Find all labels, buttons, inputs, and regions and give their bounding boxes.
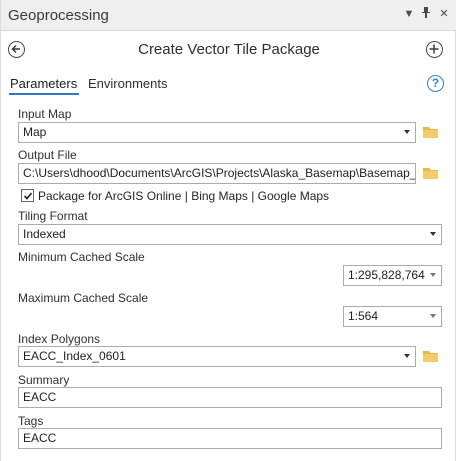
summary-input[interactable]: EACC xyxy=(18,387,442,408)
min-scale-label: Minimum Cached Scale xyxy=(18,250,145,264)
tool-title: Create Vector Tile Package xyxy=(138,41,320,58)
index-polygons-label: Index Polygons xyxy=(18,332,101,346)
active-tab-indicator xyxy=(9,93,79,95)
max-scale-value: 1:564 xyxy=(348,309,379,323)
max-scale-dropdown[interactable]: 1:564 xyxy=(343,306,442,327)
geoprocessing-pane: Geoprocessing ▼ ✕ Create Vector Tile Pac… xyxy=(0,0,456,461)
tiling-format-dropdown[interactable]: Indexed xyxy=(18,224,442,245)
tags-label: Tags xyxy=(18,414,44,428)
output-file-input[interactable]: C:\Users\dhood\Documents\ArcGIS\Projects… xyxy=(18,163,416,184)
check-icon xyxy=(23,192,33,200)
package-online-checkbox[interactable] xyxy=(21,189,34,202)
chevron-down-icon xyxy=(404,354,410,358)
chevron-down-icon xyxy=(430,314,436,318)
index-polygons-value: EACC_Index_0601 xyxy=(23,349,126,363)
tab-parameters[interactable]: Parameters xyxy=(10,76,77,91)
summary-value: EACC xyxy=(23,390,57,404)
pin-icon[interactable] xyxy=(419,6,433,22)
max-scale-label: Maximum Cached Scale xyxy=(18,291,149,305)
summary-label: Summary xyxy=(18,373,70,387)
chevron-down-icon xyxy=(404,130,410,134)
package-online-label: Package for ArcGIS Online | Bing Maps | … xyxy=(38,189,330,203)
help-icon[interactable]: ? xyxy=(427,75,444,92)
close-icon[interactable]: ✕ xyxy=(437,6,451,22)
tags-input[interactable]: EACC xyxy=(18,428,442,449)
pane-title-bar: Geoprocessing ▼ ✕ xyxy=(1,0,456,31)
tags-value: EACC xyxy=(23,431,57,445)
tab-environments[interactable]: Environments xyxy=(88,76,167,91)
dropdown-triangle-icon[interactable]: ▼ xyxy=(402,6,416,22)
folder-icon[interactable] xyxy=(422,125,440,139)
pane-title: Geoprocessing xyxy=(8,7,109,24)
add-plus-icon[interactable] xyxy=(426,41,443,58)
chevron-down-icon xyxy=(430,232,436,236)
min-scale-dropdown[interactable]: 1:295,828,764 xyxy=(343,265,442,286)
input-map-label: Input Map xyxy=(18,107,72,121)
input-map-dropdown[interactable]: Map xyxy=(18,122,416,143)
tiling-format-value: Indexed xyxy=(23,227,66,241)
folder-icon[interactable] xyxy=(422,349,440,363)
output-file-label: Output File xyxy=(18,148,77,162)
output-file-value: C:\Users\dhood\Documents\ArcGIS\Projects… xyxy=(23,166,416,180)
chevron-down-icon xyxy=(430,273,436,277)
input-map-value: Map xyxy=(23,125,47,139)
tiling-format-label: Tiling Format xyxy=(18,209,88,223)
min-scale-value: 1:295,828,764 xyxy=(348,268,425,282)
index-polygons-dropdown[interactable]: EACC_Index_0601 xyxy=(18,346,416,367)
folder-icon[interactable] xyxy=(422,166,440,180)
